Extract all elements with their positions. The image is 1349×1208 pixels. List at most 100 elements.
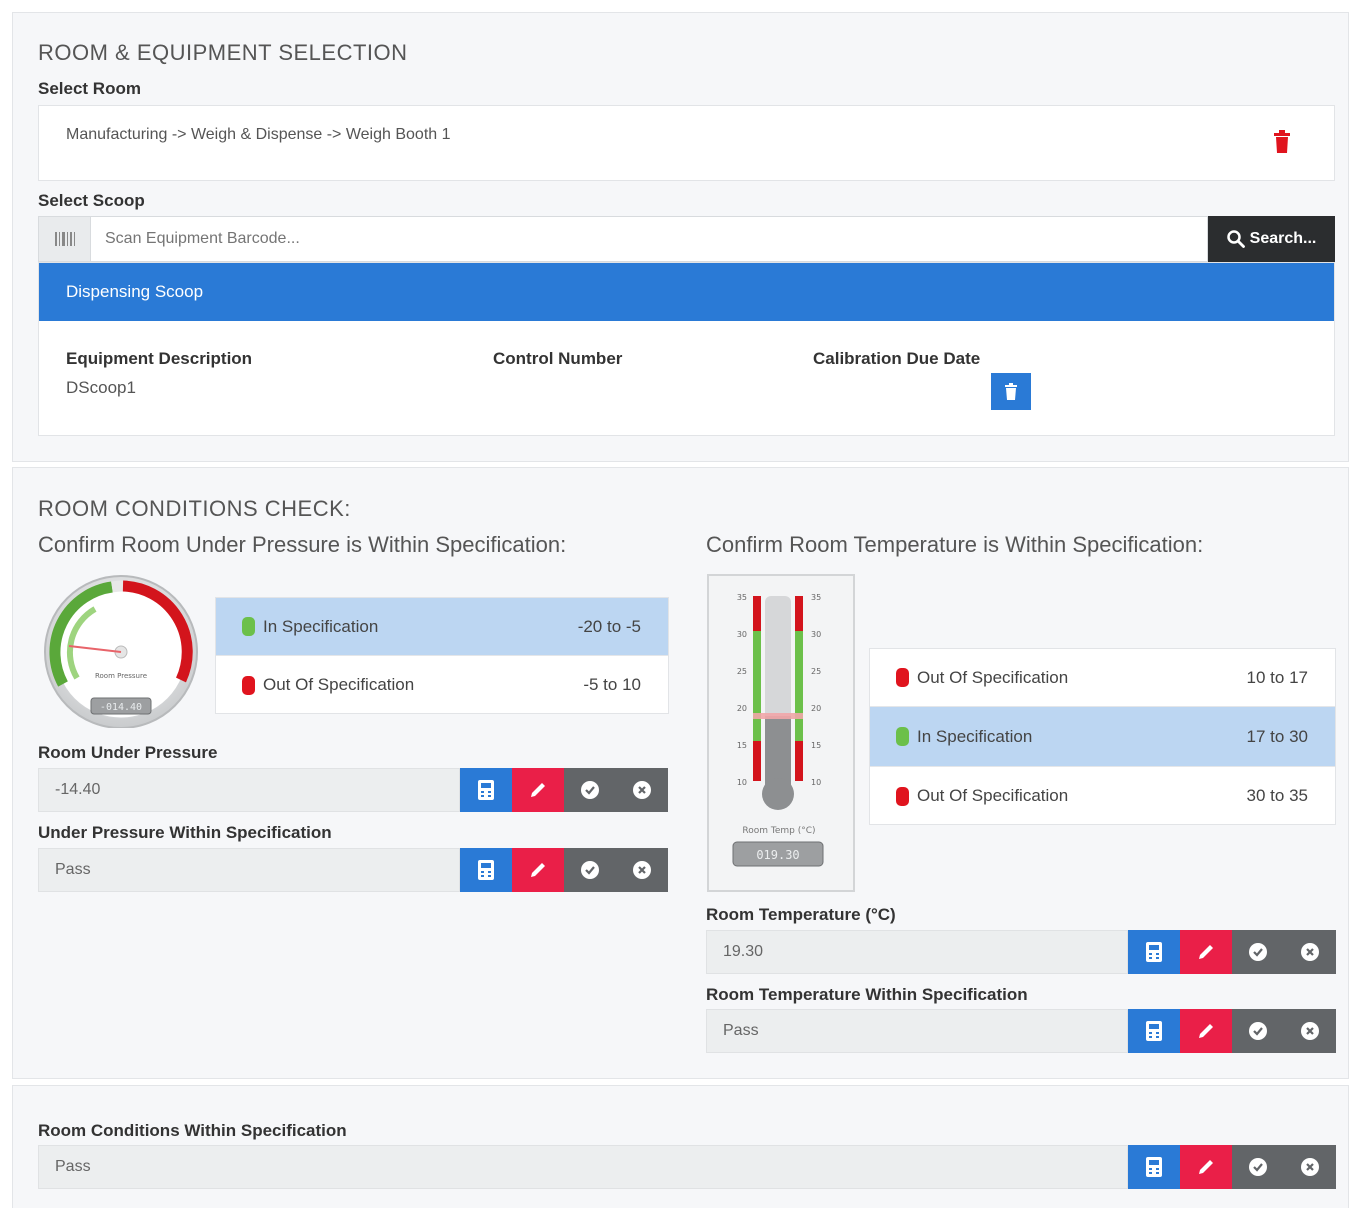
tick-label-right: 15 — [811, 741, 821, 750]
room-under-pressure-field[interactable]: -14.40 — [38, 768, 460, 812]
under-pressure-spec-field[interactable]: Pass — [38, 848, 460, 892]
clear-button[interactable] — [1284, 1145, 1336, 1189]
confirm-button[interactable] — [564, 848, 616, 892]
equipment-card: Dispensing Scoop Equipment Description C… — [38, 262, 1335, 436]
pencil-icon — [1199, 1160, 1213, 1174]
room-conditions-spec-field[interactable]: Pass — [38, 1145, 1128, 1189]
search-label: Search... — [1249, 230, 1317, 247]
confirm-button[interactable] — [564, 768, 616, 812]
calculator-button[interactable] — [1128, 1145, 1180, 1189]
calculator-button[interactable] — [460, 848, 512, 892]
delete-room-icon[interactable] — [1272, 130, 1292, 154]
check-icon — [1249, 943, 1267, 961]
tick-label-right: 20 — [811, 704, 821, 713]
confirm-button[interactable] — [1232, 1145, 1284, 1189]
scan-barcode-input[interactable] — [91, 216, 1208, 262]
tick-label-right: 35 — [811, 593, 821, 602]
equipment-card-header: Dispensing Scoop — [39, 263, 1334, 321]
summary-actions — [1128, 1145, 1336, 1189]
status-dot — [896, 727, 909, 746]
tick-label-left: 30 — [737, 630, 747, 639]
confirm-button[interactable] — [1232, 930, 1284, 974]
delete-equipment-button[interactable] — [991, 373, 1031, 410]
pencil-icon — [531, 863, 545, 877]
check-icon — [1249, 1022, 1267, 1040]
select-room-label: Select Room — [38, 79, 141, 98]
thermometer-title: Room Temp (°C) — [742, 826, 815, 836]
temperature-spec-row-in[interactable]: In Specification 17 to 30 — [870, 707, 1335, 767]
calculator-icon — [1146, 1157, 1162, 1177]
clear-button[interactable] — [1284, 930, 1336, 974]
pencil-icon — [531, 783, 545, 797]
spec-range: 17 to 30 — [1246, 726, 1308, 746]
edit-button[interactable] — [1180, 1009, 1232, 1053]
calculator-icon — [1146, 942, 1162, 962]
close-icon — [633, 861, 651, 879]
temperature-spec-list: Out Of Specification 10 to 17 In Specifi… — [869, 648, 1336, 825]
temperature-actions — [1128, 930, 1336, 974]
edit-button[interactable] — [512, 848, 564, 892]
pressure-spec-row-in[interactable]: In Specification -20 to -5 — [216, 598, 668, 656]
edit-button[interactable] — [1180, 930, 1232, 974]
pressure-gauge: Room Pressure -014.40 — [39, 574, 203, 729]
summary-panel: Room Conditions Within Specification Pas… — [12, 1085, 1349, 1208]
pressure-spec-list: In Specification -20 to -5 Out Of Specif… — [215, 597, 669, 714]
room-temperature-field[interactable]: 19.30 — [706, 930, 1128, 974]
temperature-spec-row-high[interactable]: Out Of Specification 30 to 35 — [870, 767, 1335, 825]
room-path: Manufacturing -> Weigh & Dispense -> Wei… — [66, 126, 451, 143]
search-button[interactable]: Search... — [1208, 216, 1335, 262]
select-scoop-label: Select Scoop — [38, 191, 145, 210]
pencil-icon — [1199, 1024, 1213, 1038]
check-icon — [581, 781, 599, 799]
tick-label-left: 35 — [737, 593, 747, 602]
clear-button[interactable] — [616, 768, 668, 812]
equipment-description-value: DScoop1 — [66, 378, 136, 397]
spec-label: Out Of Specification — [917, 786, 1069, 805]
temperature-spec-field[interactable]: Pass — [706, 1009, 1128, 1053]
status-dot — [242, 617, 255, 636]
close-icon — [1301, 943, 1319, 961]
spec-range: 10 to 17 — [1246, 667, 1308, 687]
calculator-icon — [478, 780, 494, 800]
pressure-subheading: Confirm Room Under Pressure is Within Sp… — [38, 532, 567, 557]
conditions-heading: ROOM CONDITIONS CHECK: — [38, 496, 351, 521]
control-number-header: Control Number — [493, 349, 623, 368]
close-icon — [1301, 1158, 1319, 1176]
room-temperature-label: Room Temperature (°C) — [706, 905, 896, 924]
calculator-button[interactable] — [1128, 930, 1180, 974]
edit-button[interactable] — [512, 768, 564, 812]
pressure-spec-row-out[interactable]: Out Of Specification -5 to 10 — [216, 656, 668, 714]
status-dot — [896, 786, 909, 806]
calculator-button[interactable] — [1128, 1009, 1180, 1053]
trash-icon — [1005, 383, 1017, 400]
room-under-pressure-label: Room Under Pressure — [38, 743, 218, 762]
under-pressure-spec-label: Under Pressure Within Specification — [38, 823, 332, 842]
temperature-spec-actions — [1128, 1009, 1336, 1053]
edit-button[interactable] — [1180, 1145, 1232, 1189]
equipment-description-header: Equipment Description — [66, 349, 253, 368]
tick-label-left: 20 — [737, 704, 747, 713]
scan-input-group: Search... — [38, 216, 1335, 262]
barcode-icon — [38, 216, 91, 262]
confirm-button[interactable] — [1232, 1009, 1284, 1053]
close-icon — [1301, 1022, 1319, 1040]
status-dot — [242, 675, 255, 695]
spec-label: Out Of Specification — [263, 675, 415, 694]
room-conditions-spec-label: Room Conditions Within Specification — [38, 1121, 347, 1140]
check-icon — [1249, 1158, 1267, 1176]
temperature-subheading: Confirm Room Temperature is Within Speci… — [706, 532, 1204, 557]
calculator-button[interactable] — [460, 768, 512, 812]
clear-button[interactable] — [1284, 1009, 1336, 1053]
tick-label-right: 10 — [811, 778, 821, 787]
clear-button[interactable] — [616, 848, 668, 892]
temperature-spec-label: Room Temperature Within Specification — [706, 985, 1028, 1004]
calculator-icon — [1146, 1021, 1162, 1041]
spec-range: -5 to 10 — [583, 675, 641, 694]
selected-room-box: Manufacturing -> Weigh & Dispense -> Wei… — [38, 105, 1335, 181]
spec-label: In Specification — [917, 726, 1033, 746]
calculator-icon — [478, 860, 494, 880]
tick-label-left: 15 — [737, 741, 747, 750]
temperature-spec-row-low[interactable]: Out Of Specification 10 to 17 — [870, 649, 1335, 707]
gauge-title: Room Pressure — [95, 672, 147, 680]
section-heading: ROOM & EQUIPMENT SELECTION — [38, 40, 408, 65]
